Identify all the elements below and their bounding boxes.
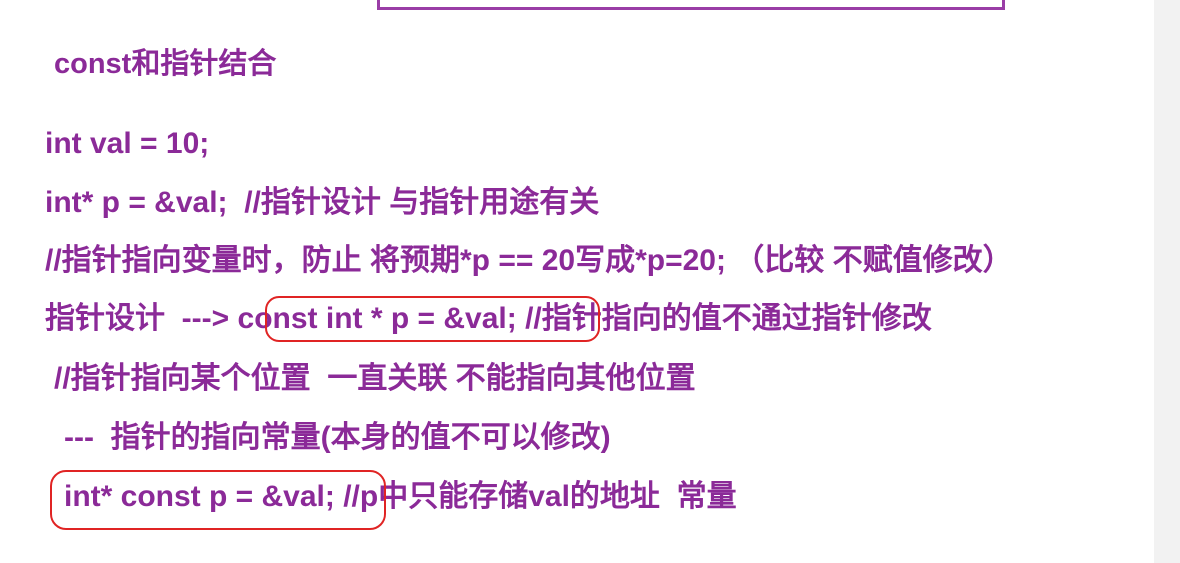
pointer-design-prefix: 指针设计 ---> [45, 302, 230, 335]
comment-line-6: --- 指针的指向常量(本身的值不可以修改) [64, 421, 611, 454]
code-line-2: int* p = &val; //指针设计 与指针用途有关 [45, 186, 600, 219]
slide: const和指针结合 int val = 10; int* p = &val; … [0, 0, 1180, 563]
top-frame-box [377, 0, 1005, 10]
code-line-1: int val = 10; [45, 127, 210, 160]
comment-line-3: //指针指向变量时，防止 将预期*p == 20写成*p=20; （比较 不赋值… [45, 244, 1013, 277]
highlight-oval-const-int [265, 296, 600, 342]
section-title: const和指针结合 [54, 48, 277, 80]
comment-line-5: //指针指向某个位置 一直关联 不能指向其他位置 [54, 362, 696, 395]
highlight-oval-int-const [50, 470, 386, 530]
pointer-const-comment: //p中只能存储val的地址 常量 [334, 480, 737, 513]
right-edge-strip [1154, 0, 1180, 563]
